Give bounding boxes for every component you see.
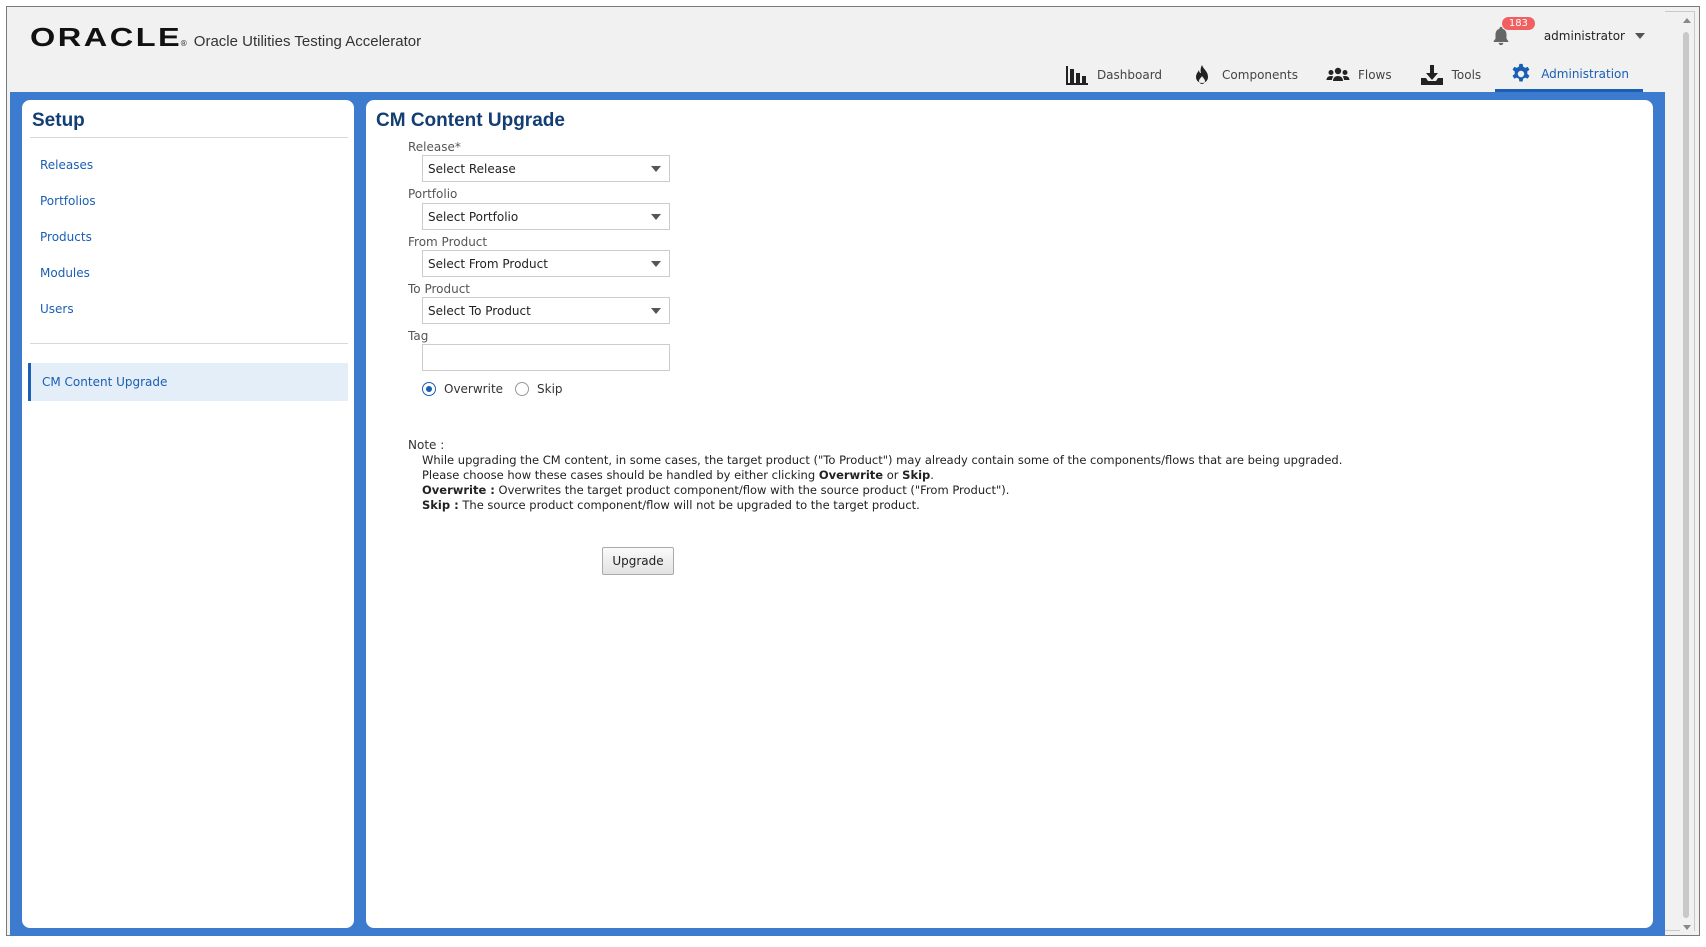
dropdown-arrow-icon: [651, 261, 661, 267]
note-label: Note :: [408, 438, 445, 452]
bar-chart-icon: [1065, 66, 1088, 85]
sidebar-item-portfolios[interactable]: Portfolios: [40, 194, 96, 208]
gear-icon: [1512, 63, 1530, 82]
note-line-2: Please choose how these cases should be …: [422, 468, 934, 482]
portfolio-select[interactable]: Select Portfolio: [422, 203, 670, 230]
radio-unselected-icon: [515, 382, 529, 396]
scroll-up-icon[interactable]: [1683, 18, 1691, 23]
to-product-label: To Product: [408, 282, 471, 296]
note-line-4: Skip : The source product component/flow…: [422, 498, 920, 512]
sidebar-item-users[interactable]: Users: [40, 302, 74, 316]
oracle-logo: ORACLE ® Oracle Utilities Testing Accele…: [30, 22, 421, 53]
tag-input[interactable]: [422, 344, 670, 371]
note-bold-skip: Skip: [902, 468, 931, 482]
radio-selected-icon: [422, 382, 436, 396]
sidebar-item-cm-content-upgrade[interactable]: CM Content Upgrade: [28, 363, 348, 401]
note-bold-overwrite: Overwrite: [818, 468, 884, 482]
note-line-1: While upgrading the CM content, in some …: [422, 453, 1343, 467]
nav-dashboard[interactable]: Dashboard: [1051, 65, 1176, 92]
dropdown-arrow-icon: [651, 166, 661, 172]
tag-label: Tag: [408, 329, 429, 343]
sidebar-item-products[interactable]: Products: [40, 230, 92, 244]
nav-administration-label: Administration: [1541, 66, 1629, 81]
note-bold-overwrite-def: Overwrite :: [422, 483, 495, 497]
note-line-3: Overwrite : Overwrites the target produc…: [422, 483, 1009, 497]
note-bold-skip-def: Skip :: [422, 498, 459, 512]
nav-tools-label: Tools: [1451, 68, 1482, 82]
note-text: or: [883, 468, 903, 482]
note-text: Overwrites the target product component/…: [494, 483, 1010, 497]
portfolio-label: Portfolio: [408, 187, 458, 201]
sidebar-divider-2: [30, 343, 348, 344]
group-icon: [1326, 67, 1350, 81]
app-title: Oracle Utilities Testing Accelerator: [193, 33, 422, 50]
note-text: The source product component/flow will n…: [458, 498, 920, 512]
nav-administration[interactable]: Administration: [1495, 63, 1643, 92]
note-text: Please choose how these cases should be …: [422, 468, 819, 482]
download-icon: [1420, 65, 1443, 85]
app-header: ORACLE ® Oracle Utilities Testing Accele…: [10, 10, 1665, 92]
page-title: CM Content Upgrade: [376, 110, 565, 131]
setup-sidebar: Setup Releases Portfolios Products Modul…: [22, 100, 354, 928]
nav-flows-label: Flows: [1357, 68, 1392, 82]
overwrite-radio-label: Overwrite: [444, 382, 504, 396]
fire-icon: [1196, 65, 1209, 84]
brand-wordmark: ORACLE: [30, 22, 183, 52]
sidebar-item-releases[interactable]: Releases: [40, 158, 93, 172]
to-product-select[interactable]: Select To Product: [422, 297, 670, 324]
skip-radio[interactable]: Skip: [515, 382, 563, 396]
release-select[interactable]: Select Release: [422, 155, 670, 182]
vertical-scrollbar[interactable]: [1680, 14, 1694, 934]
sidebar-item-modules[interactable]: Modules: [40, 266, 90, 280]
portfolio-select-value: Select Portfolio: [428, 210, 519, 224]
notification-count-badge: 183: [1501, 17, 1535, 30]
dropdown-arrow-icon: [651, 214, 661, 220]
user-area: 183 administrator: [1490, 17, 1645, 47]
upgrade-button[interactable]: Upgrade: [602, 547, 674, 575]
content-panel: CM Content Upgrade Release* Select Relea…: [366, 100, 1653, 928]
main-nav: Dashboard Components Flows Tools Adminis…: [1051, 58, 1643, 92]
scrollbar-thumb[interactable]: [1683, 32, 1689, 918]
release-select-value: Select Release: [428, 162, 516, 176]
notification-bell[interactable]: 183: [1490, 17, 1535, 47]
note-text: .: [930, 468, 934, 482]
nav-components[interactable]: Components: [1176, 65, 1312, 92]
nav-dashboard-label: Dashboard: [1096, 68, 1163, 82]
scroll-down-icon[interactable]: [1683, 925, 1691, 930]
nav-tools[interactable]: Tools: [1406, 65, 1496, 92]
nav-components-label: Components: [1222, 68, 1298, 82]
dropdown-arrow-icon: [651, 308, 661, 314]
sidebar-title: Setup: [32, 110, 85, 131]
main-stage: Setup Releases Portfolios Products Modul…: [10, 92, 1665, 936]
overwrite-radio[interactable]: Overwrite: [422, 382, 503, 396]
skip-radio-label: Skip: [537, 382, 563, 396]
from-product-select[interactable]: Select From Product: [422, 250, 670, 277]
sidebar-divider: [30, 137, 348, 138]
user-menu[interactable]: administrator: [1544, 29, 1625, 43]
release-label: Release*: [408, 140, 461, 154]
chevron-down-icon[interactable]: [1635, 33, 1645, 39]
from-product-select-value: Select From Product: [428, 257, 548, 271]
to-product-select-value: Select To Product: [428, 304, 531, 318]
nav-flows[interactable]: Flows: [1312, 65, 1406, 92]
from-product-label: From Product: [408, 235, 488, 249]
